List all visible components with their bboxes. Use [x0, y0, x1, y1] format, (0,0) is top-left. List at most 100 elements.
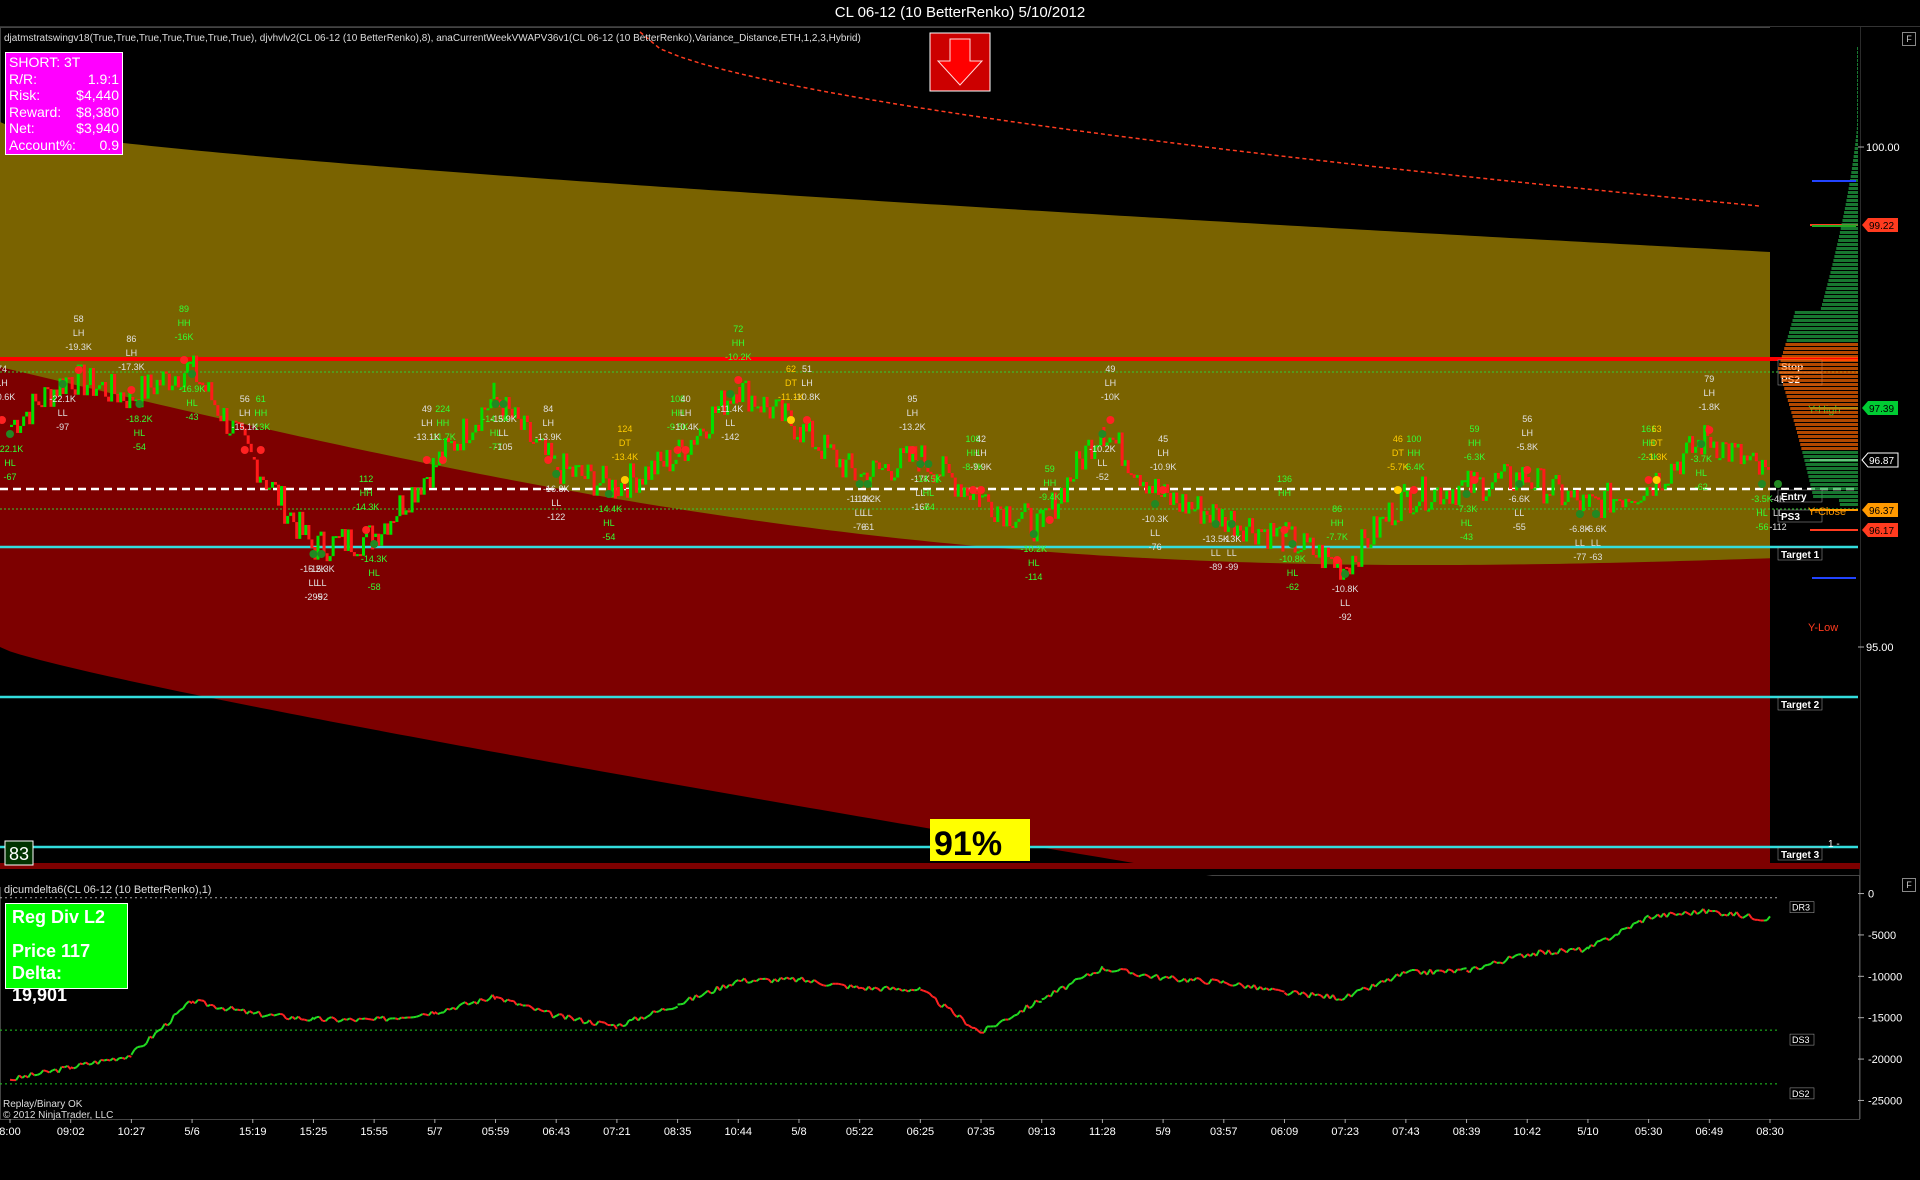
- x-tick-label: 05:30: [1635, 1126, 1663, 1138]
- renko-brick: [890, 471, 893, 480]
- renko-brick: [1057, 504, 1060, 519]
- delta-segment: [538, 1009, 541, 1011]
- renko-brick: [1351, 556, 1354, 575]
- renko-brick: [192, 356, 195, 367]
- price-tick-label: 100.00: [1866, 142, 1900, 154]
- renko-brick: [653, 461, 656, 475]
- renko-brick: [1600, 500, 1603, 518]
- volume-profile-bar: [1810, 483, 1858, 486]
- swing-label: HH: [1407, 448, 1420, 458]
- info-value: $4,440: [76, 87, 119, 104]
- swing-dot: [1151, 500, 1159, 508]
- renko-brick: [392, 521, 395, 523]
- renko-brick: [1024, 503, 1027, 512]
- renko-brick: [1552, 479, 1555, 495]
- renko-brick: [1588, 494, 1591, 507]
- volume-profile-bar: [1849, 187, 1858, 190]
- swing-label: 51: [802, 364, 812, 374]
- delta-segment: [1266, 988, 1269, 990]
- swing-label: -3.7K: [1691, 454, 1713, 464]
- x-tick-label: 15:55: [360, 1126, 388, 1138]
- swing-label: LL: [316, 578, 326, 588]
- delta-segment: [802, 977, 805, 981]
- delta-segment: [753, 981, 756, 982]
- axis-marker: [1812, 180, 1856, 182]
- swing-label: -63: [1589, 552, 1602, 562]
- swing-label: -20.6K: [0, 392, 15, 402]
- delta-segment: [617, 1024, 620, 1026]
- swing-label: LL: [58, 408, 68, 418]
- level-label-target-2: Target 2: [1781, 700, 1820, 711]
- volume-profile-bar: [1833, 259, 1858, 262]
- renko-brick: [1564, 502, 1567, 505]
- delta-segment: [1603, 938, 1606, 939]
- swing-dot: [59, 380, 67, 388]
- volume-profile-bar: [1799, 439, 1858, 442]
- delta-segment: [1433, 971, 1436, 975]
- delta-segment: [1084, 974, 1087, 977]
- delta-segment: [820, 984, 823, 985]
- renko-brick: [307, 525, 310, 539]
- delta-segment: [857, 986, 860, 989]
- delta-segment: [1567, 949, 1570, 952]
- swing-label: LL: [725, 418, 735, 428]
- delta-segment: [1181, 979, 1184, 981]
- swing-label: -97: [56, 422, 69, 432]
- renko-brick: [1530, 482, 1533, 488]
- delta-level-label: DS3: [1792, 1035, 1810, 1045]
- renko-brick: [1728, 444, 1731, 462]
- renko-brick: [702, 429, 705, 432]
- swing-label: 86: [126, 334, 136, 344]
- delta-segment: [447, 1009, 450, 1010]
- renko-brick: [1291, 526, 1294, 529]
- scale-note: 1 -: [1828, 839, 1840, 850]
- swing-label: -9.9K: [970, 462, 992, 472]
- swing-label: 79: [1704, 374, 1714, 384]
- volume-profile-bar: [1844, 211, 1858, 214]
- swing-label: -6.8K: [1569, 524, 1591, 534]
- delta-segment: [936, 998, 939, 1005]
- delta-segment: [1066, 984, 1069, 989]
- swing-dot: [1212, 520, 1220, 528]
- delta-segment: [1512, 956, 1515, 958]
- float-panel-icon[interactable]: F: [1902, 878, 1916, 892]
- delta-segment: [532, 1008, 535, 1011]
- volume-profile-bar: [1851, 171, 1858, 174]
- delta-segment: [1239, 983, 1242, 985]
- renko-brick: [884, 464, 887, 468]
- delta-segment: [134, 1047, 137, 1050]
- renko-brick: [1682, 453, 1685, 474]
- renko-brick: [1121, 432, 1124, 465]
- float-panel-icon[interactable]: F: [1902, 32, 1916, 46]
- info-value: 0.9: [100, 137, 119, 154]
- volume-profile-bar: [1779, 371, 1858, 374]
- chart-area[interactable]: StopPS2EntryPS3Target 1Target 2Target 3Y…: [0, 27, 1920, 1175]
- delta-segment: [1633, 923, 1636, 924]
- renko-brick: [1136, 475, 1139, 478]
- delta-segment: [1379, 981, 1382, 983]
- swing-label: LH: [239, 408, 251, 418]
- delta-segment: [113, 1058, 116, 1061]
- x-tick-label: 07:35: [967, 1126, 995, 1138]
- chart-svg[interactable]: StopPS2EntryPS3Target 1Target 2Target 3Y…: [0, 27, 1920, 1175]
- renko-brick: [289, 512, 292, 515]
- swing-label: -10.3K: [1142, 514, 1169, 524]
- swing-dot: [241, 446, 249, 454]
- swing-label: 224: [435, 404, 450, 414]
- renko-brick: [1187, 502, 1190, 514]
- delta-segment: [899, 989, 902, 991]
- delta-level-label: DR3: [1792, 903, 1810, 913]
- delta-segment: [620, 1024, 623, 1026]
- renko-brick: [1042, 510, 1045, 527]
- renko-brick: [805, 424, 808, 431]
- renko-brick: [1312, 538, 1315, 555]
- swing-label: LH: [801, 378, 813, 388]
- renko-brick: [1063, 488, 1066, 502]
- delta-segment: [505, 1000, 508, 1002]
- renko-brick: [508, 397, 511, 409]
- swing-label: -10K: [1101, 392, 1120, 402]
- swing-label: HL: [1028, 558, 1040, 568]
- delta-segment: [1236, 983, 1239, 985]
- delta-segment: [893, 987, 896, 989]
- renko-brick: [125, 401, 128, 408]
